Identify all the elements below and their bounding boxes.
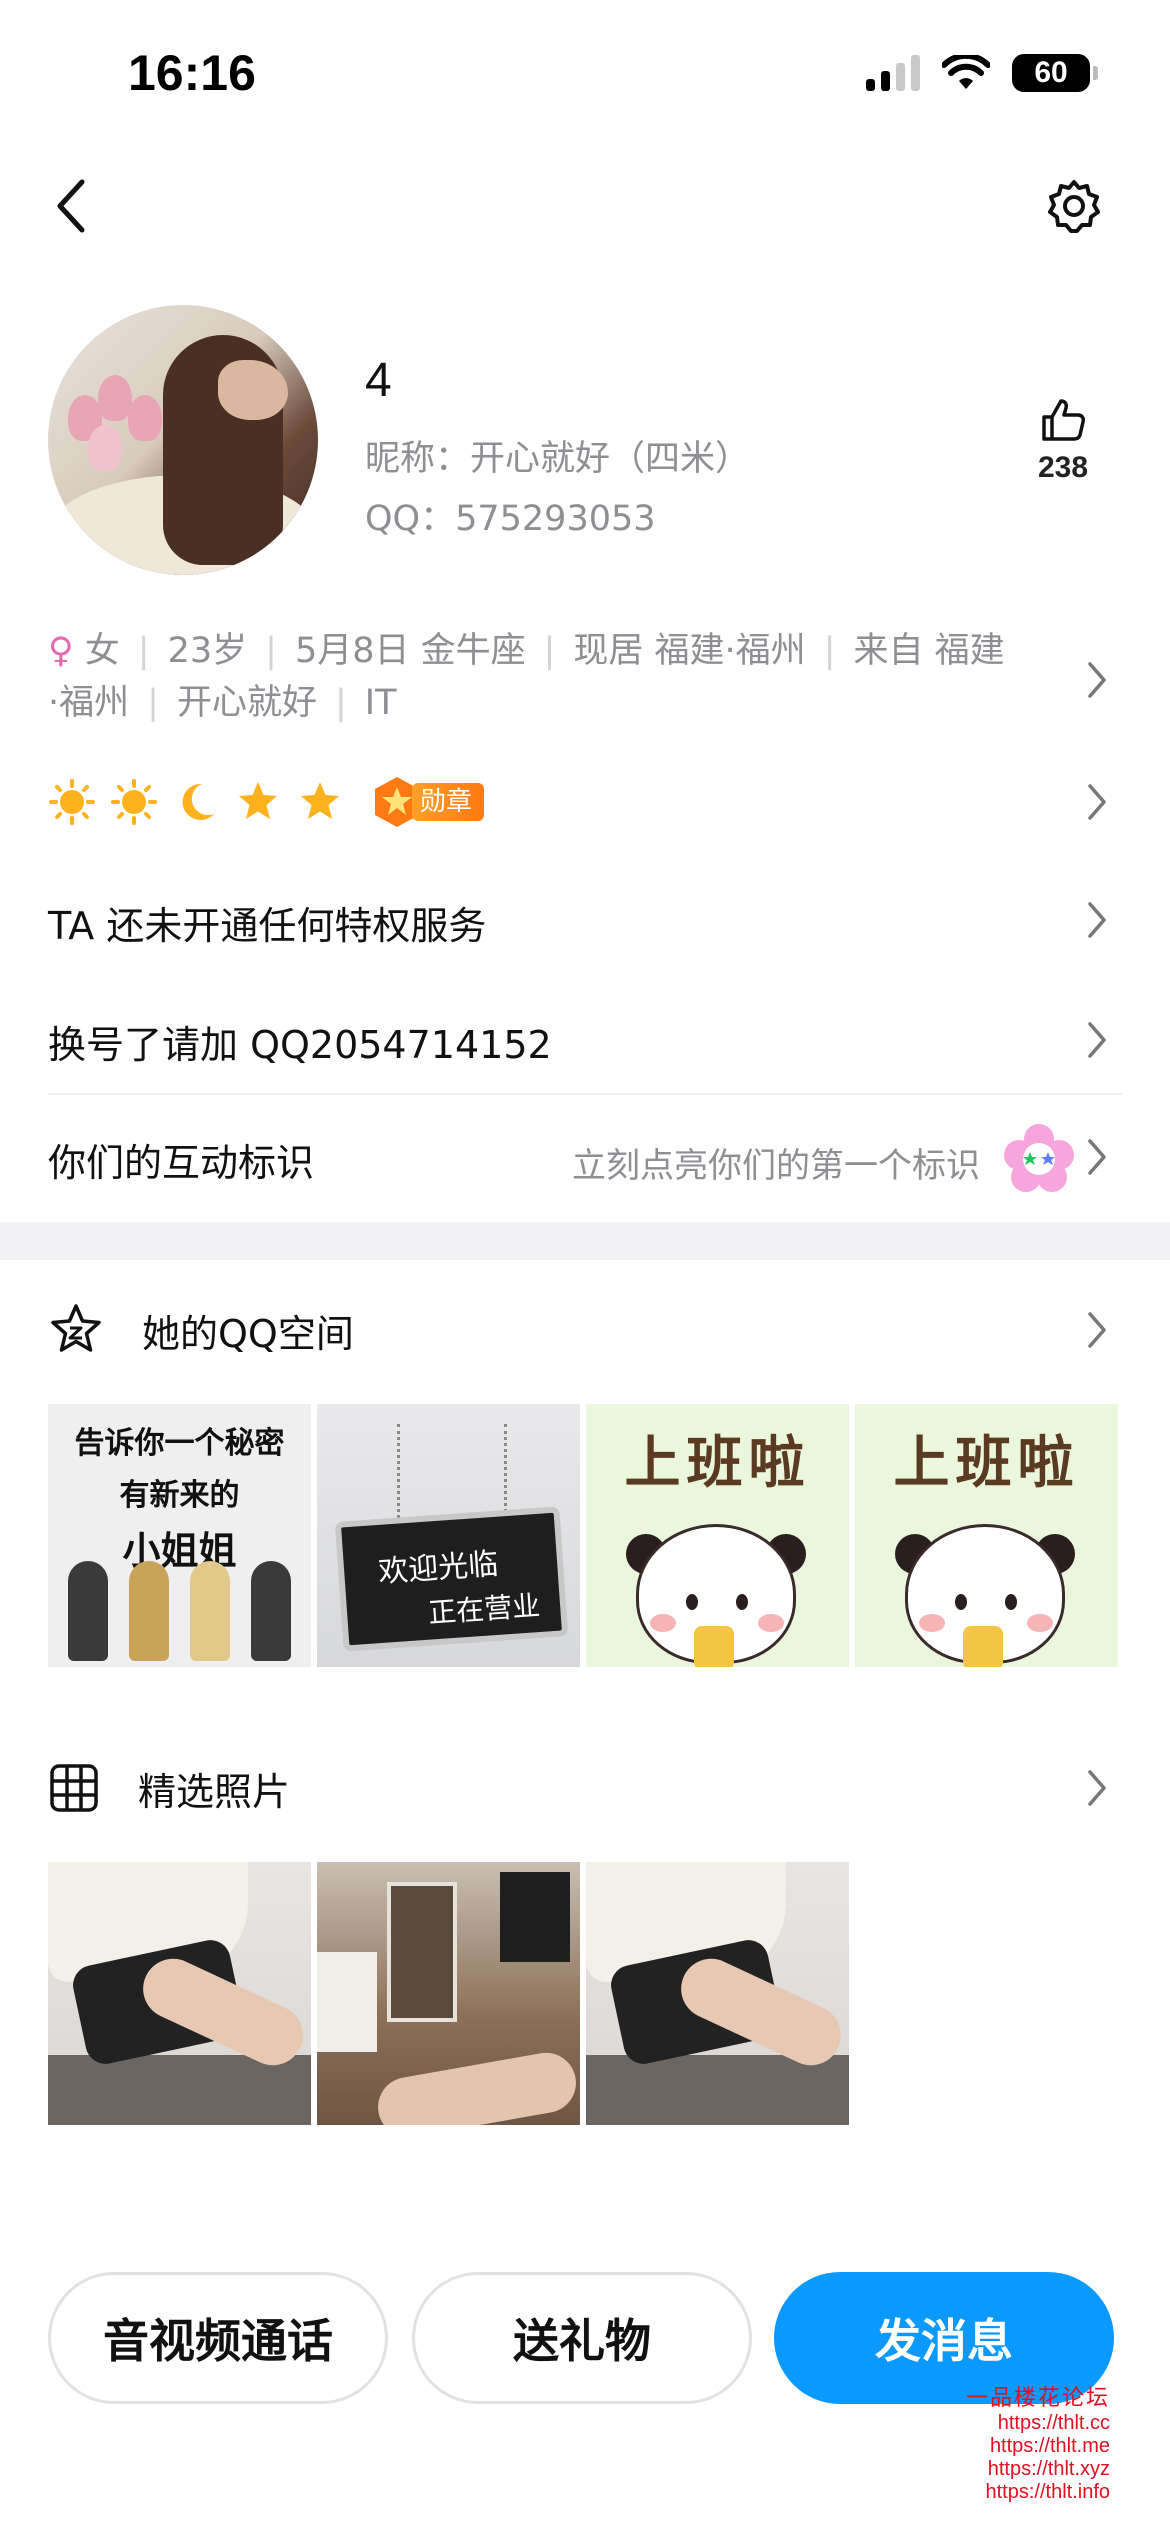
flower-interaction-icon	[1004, 1124, 1074, 1192]
location-tag: 福建·福州	[654, 631, 806, 671]
back-arrow-icon[interactable]	[48, 178, 98, 234]
featured-photo[interactable]	[48, 1862, 311, 2125]
grid-icon	[50, 1764, 98, 1812]
status-indicators: 60	[866, 54, 1098, 92]
section-separator	[0, 1222, 1170, 1260]
chevron-right-icon[interactable]	[1086, 900, 1108, 940]
watermark-title: 一品楼花论坛	[965, 2386, 1110, 2411]
profile-nickname: 昵称：开心就好（四米）	[365, 439, 751, 479]
top-nav	[0, 170, 1170, 240]
qzone-post-thumbnail[interactable]: 告诉你一个秘密 有新来的 小姐姐	[48, 1404, 311, 1667]
thumb-text: 上班啦	[893, 1431, 1080, 1496]
battery-icon: 60	[1012, 54, 1098, 92]
settings-gear-icon[interactable]	[1046, 178, 1102, 234]
profile-info-tags[interactable]: ♀ 女 | 23岁 | 5月8日 金牛座 | 现居 福建·福州 | 来自 福建·福州 | 开心就好 |…	[48, 625, 1008, 729]
qzone-star-icon	[51, 1304, 101, 1352]
chevron-right-icon[interactable]	[1086, 1310, 1108, 1350]
like-button[interactable]: 238	[1028, 395, 1098, 485]
qzone-post-thumbnail[interactable]: 上班啦	[586, 1404, 849, 1667]
thumbs-up-icon	[1042, 399, 1085, 441]
gender-tag: 女	[84, 631, 120, 671]
avatar[interactable]	[48, 305, 318, 575]
interaction-mark-title[interactable]: 你们的互动标识	[48, 1132, 314, 1187]
watermark-url: https://thlt.cc	[997, 2412, 1110, 2434]
thumb-text: 欢迎光临	[377, 1546, 500, 1591]
birthday-tag: 5月8日 金牛座	[294, 631, 526, 671]
chevron-right-icon[interactable]	[1086, 1137, 1108, 1177]
privilege-row[interactable]: TA 还未开通任何特权服务	[48, 895, 486, 950]
interaction-mark-hint[interactable]: 立刻点亮你们的第一个标识	[572, 1138, 980, 1187]
thumb-text: 正在营业	[427, 1588, 542, 1630]
photos-section-header[interactable]: 精选照片	[48, 1758, 290, 1818]
profile-name: 4	[365, 354, 392, 407]
medal-badge[interactable]: 勋章	[372, 775, 485, 829]
like-count: 238	[1037, 451, 1089, 484]
moon-level-icon	[182, 783, 214, 820]
thumb-text: 有新来的	[119, 1478, 240, 1513]
chevron-right-icon[interactable]	[1086, 1020, 1108, 1060]
qzone-section-header[interactable]: 她的QQ空间	[48, 1300, 354, 1360]
watermark: 一品楼花论坛 https://thlt.cc https://thlt.me h…	[930, 2380, 1110, 2504]
female-icon: ♀	[48, 631, 74, 671]
location-prefix: 现居	[573, 631, 655, 671]
wifi-icon	[942, 55, 990, 89]
industry-tag: IT	[364, 683, 397, 723]
status-time: 16:16	[128, 45, 256, 101]
level-badges-row[interactable]: 勋章	[48, 772, 485, 832]
watermark-url: https://thlt.me	[989, 2435, 1110, 2457]
divider	[48, 1093, 1122, 1095]
chevron-right-icon[interactable]	[1086, 660, 1108, 700]
featured-photo[interactable]	[586, 1862, 849, 2125]
qzone-title: 她的QQ空间	[142, 1311, 354, 1356]
star-level-icon	[239, 782, 277, 819]
chevron-right-icon[interactable]	[1086, 782, 1108, 822]
star-level-icon	[301, 782, 339, 819]
qzone-post-thumbnail[interactable]: 上班啦	[855, 1404, 1118, 1667]
video-call-button[interactable]: 音视频通话	[48, 2272, 388, 2404]
featured-photos	[48, 1862, 849, 2125]
chevron-right-icon[interactable]	[1086, 1768, 1108, 1808]
age-tag: 23岁	[167, 631, 248, 671]
qzone-post-thumbnail[interactable]: 欢迎光临 正在营业	[317, 1404, 580, 1667]
featured-photo[interactable]	[317, 1862, 580, 2125]
watermark-url: https://thlt.xyz	[987, 2458, 1110, 2480]
signature-tag: 开心就好	[176, 683, 317, 723]
qzone-thumbnails: 告诉你一个秘密 有新来的 小姐姐 欢迎光临 正在营业 上班啦 上班啦	[48, 1404, 1118, 1667]
medal-label: 勋章	[412, 783, 485, 821]
sun-level-icon	[49, 779, 95, 825]
profile-header: 4 昵称：开心就好（四米） QQ：575293053 238	[0, 305, 1170, 580]
photos-title: 精选照片	[138, 1769, 291, 1814]
profile-qq-number: QQ：575293053	[365, 499, 656, 539]
status-bar: 16:16 60	[0, 0, 1170, 150]
watermark-url: https://thlt.info	[985, 2481, 1110, 2503]
status-message-row[interactable]: 换号了请加 QQ2054714152	[48, 1014, 552, 1069]
sun-level-icon	[111, 779, 157, 825]
thumb-text: 告诉你一个秘密	[74, 1426, 285, 1461]
thumb-text: 上班啦	[624, 1431, 811, 1496]
cellular-signal-icon	[866, 55, 920, 91]
send-gift-button[interactable]: 送礼物	[412, 2272, 752, 2404]
